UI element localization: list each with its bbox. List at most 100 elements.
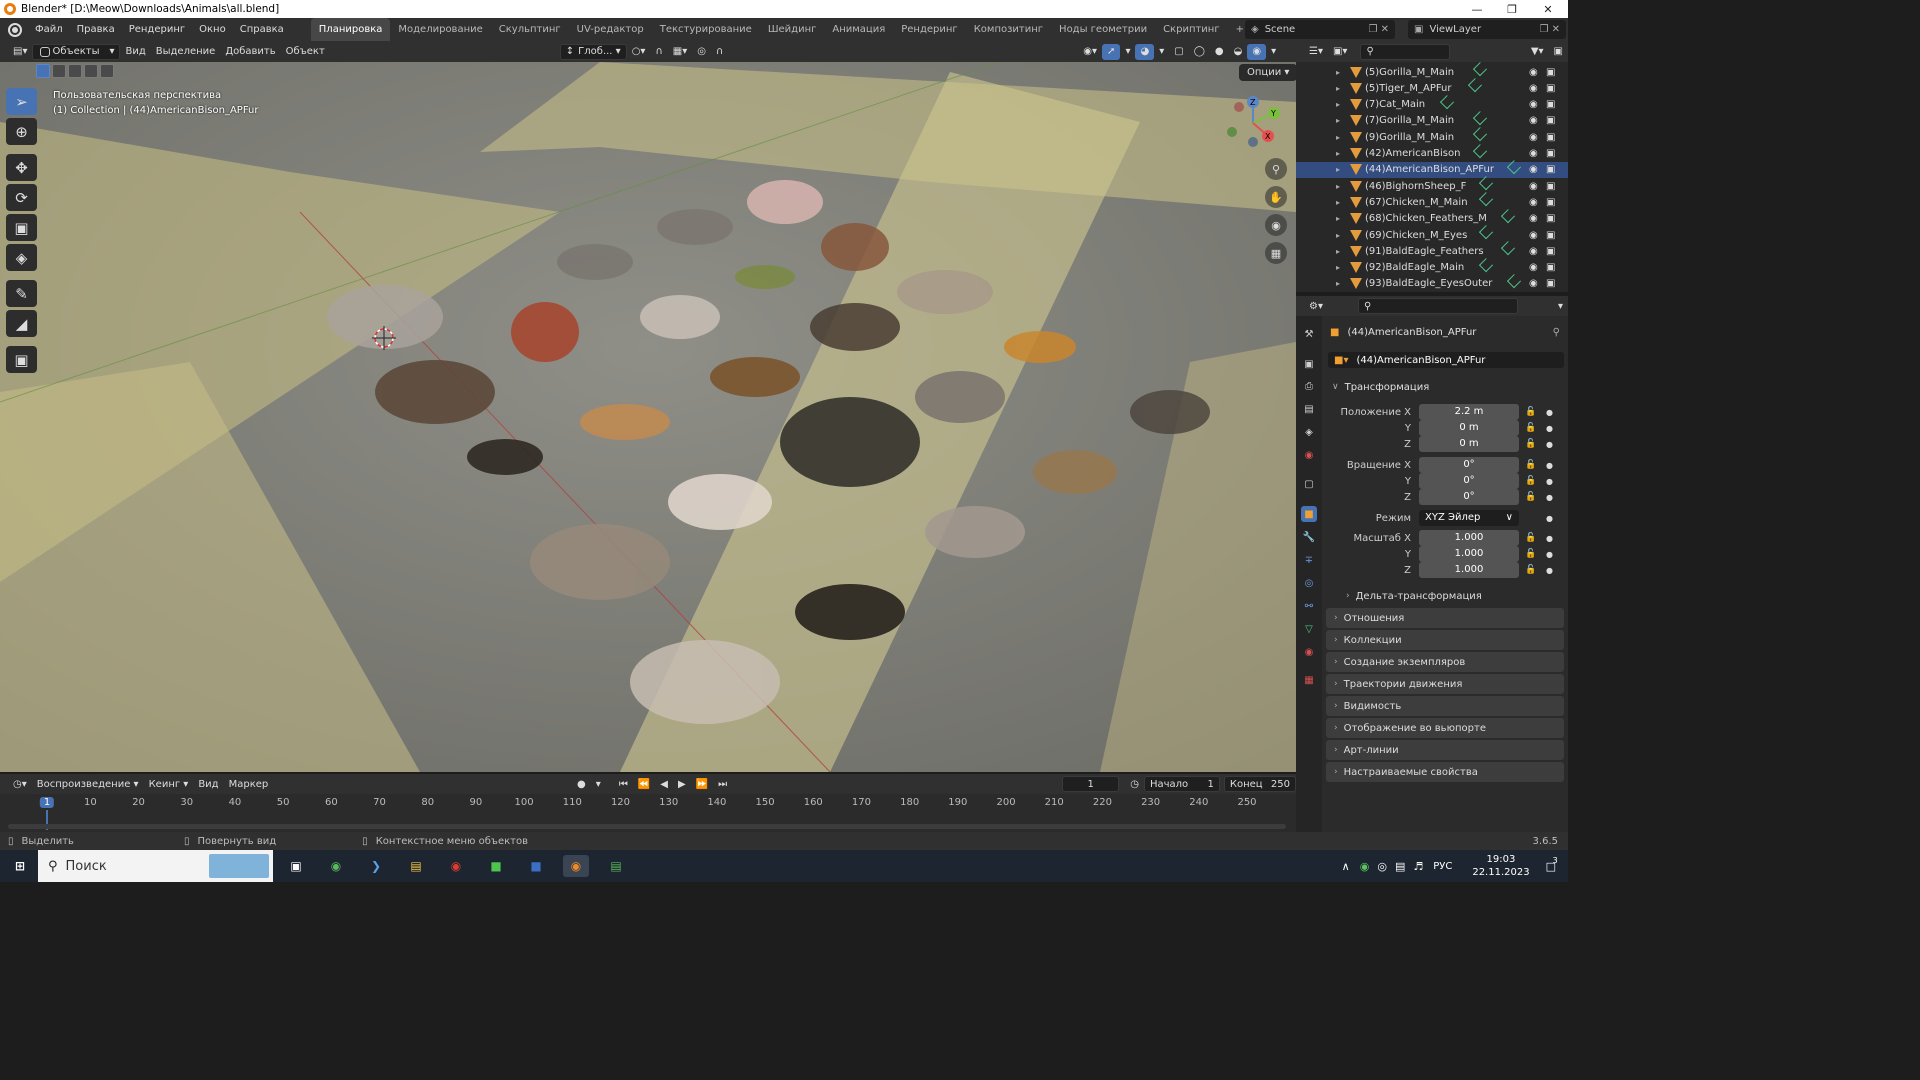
- mesh-data-icon[interactable]: [1473, 127, 1488, 142]
- select-new-icon[interactable]: [36, 64, 50, 78]
- camera-icon[interactable]: ▣: [1546, 99, 1555, 110]
- tray-app-icon[interactable]: ◉: [1360, 860, 1370, 873]
- 3d-viewport[interactable]: Пользовательская перспектива (1) Collect…: [0, 62, 1296, 772]
- lock-icon[interactable]: 🔓: [1525, 549, 1536, 559]
- scale-tool[interactable]: ▣: [6, 214, 37, 241]
- next-keyframe-icon[interactable]: ⏩: [691, 776, 713, 792]
- taskbar-search-box[interactable]: ⚲ Поиск: [38, 850, 273, 882]
- visibility-icon[interactable]: ◉▾: [1078, 44, 1102, 60]
- panel-instancing[interactable]: › Создание экземпляров: [1326, 652, 1564, 672]
- camera-icon[interactable]: ▣: [1546, 132, 1555, 143]
- measure-tool[interactable]: ◢: [6, 310, 37, 337]
- outliner-item[interactable]: ▸ (5)Tiger_M_APFur ◉ ▣: [1296, 78, 1568, 96]
- eye-icon[interactable]: ◉: [1529, 164, 1538, 175]
- outliner-item[interactable]: ▸ (42)AmericanBison ◉ ▣: [1296, 143, 1568, 162]
- expand-arrow-icon[interactable]: ▸: [1336, 182, 1340, 191]
- notification-icon[interactable]: □ 3: [1546, 856, 1558, 873]
- camera-view-icon[interactable]: ◉: [1265, 214, 1287, 236]
- mesh-data-icon[interactable]: [1478, 225, 1493, 240]
- keyframe-dot-icon[interactable]: ●: [1546, 550, 1553, 559]
- object-tab-icon[interactable]: ■: [1301, 506, 1317, 522]
- editor-type-icon[interactable]: ▤▾: [8, 44, 32, 60]
- tab-compositing[interactable]: Композитинг: [966, 18, 1051, 41]
- panel-viewport-display[interactable]: › Отображение во вьюпорте: [1326, 718, 1564, 738]
- mesh-data-icon[interactable]: [1467, 78, 1482, 93]
- current-frame-field[interactable]: 1: [1062, 776, 1120, 792]
- gizmo-dropdown-icon[interactable]: ▾: [1120, 44, 1135, 60]
- grid-perspective-icon[interactable]: ▦: [1265, 242, 1287, 264]
- lock-icon[interactable]: 🔓: [1525, 439, 1536, 449]
- menu-timeline-view[interactable]: Вид: [193, 776, 223, 792]
- tray-chevron-icon[interactable]: ∧: [1342, 860, 1350, 873]
- close-button[interactable]: ✕: [1530, 0, 1566, 18]
- expand-arrow-icon[interactable]: ▸: [1336, 231, 1340, 240]
- prev-keyframe-icon[interactable]: ⏪: [633, 776, 655, 792]
- eye-icon[interactable]: ◉: [1529, 148, 1538, 159]
- object-mode-dropdown[interactable]: Объекты ▾: [32, 43, 121, 60]
- camera-icon[interactable]: ▣: [1546, 83, 1555, 94]
- camera-icon[interactable]: ▣: [1546, 278, 1555, 289]
- keyframe-dot-icon[interactable]: ●: [1546, 566, 1553, 575]
- eye-icon[interactable]: ◉: [1529, 197, 1538, 208]
- expand-arrow-icon[interactable]: ▸: [1336, 263, 1340, 272]
- tool-tab-icon[interactable]: ⚒: [1301, 326, 1317, 342]
- timeline-editor-type-icon[interactable]: ◷▾: [8, 776, 32, 792]
- menu-select[interactable]: Выделение: [151, 44, 221, 60]
- menu-object[interactable]: Объект: [281, 44, 330, 60]
- eye-icon[interactable]: ◉: [1529, 230, 1538, 241]
- tab-layout[interactable]: Планировка: [310, 18, 391, 41]
- word-icon[interactable]: ■: [523, 855, 549, 877]
- outliner-item-name[interactable]: (44)AmericanBison_APFur: [1365, 164, 1494, 175]
- outliner-item-name[interactable]: (5)Tiger_M_APFur: [1365, 83, 1452, 94]
- select-subtract-icon[interactable]: [68, 64, 82, 78]
- output-tab-icon[interactable]: ⎙: [1301, 378, 1317, 394]
- tray-webcam-icon[interactable]: ◎: [1377, 860, 1387, 873]
- eye-icon[interactable]: ◉: [1529, 181, 1538, 192]
- expand-arrow-icon[interactable]: ▸: [1336, 214, 1340, 223]
- panel-visibility[interactable]: › Видимость: [1326, 696, 1564, 716]
- pan-hand-icon[interactable]: ✋: [1265, 186, 1287, 208]
- location-y-field[interactable]: 0 m: [1419, 420, 1519, 436]
- jump-start-icon[interactable]: ⏮: [614, 776, 633, 792]
- camera-icon[interactable]: ▣: [1546, 213, 1555, 224]
- zoom-icon[interactable]: ⚲: [1265, 158, 1287, 180]
- end-frame-field[interactable]: Конец 250: [1223, 776, 1296, 792]
- keyframe-dot-icon[interactable]: ●: [1546, 461, 1553, 470]
- outliner-item[interactable]: ▸ (46)BighornSheep_F ◉ ▣: [1296, 176, 1568, 194]
- keyframe-dot-icon[interactable]: ●: [1546, 493, 1553, 502]
- expand-arrow-icon[interactable]: ▸: [1336, 279, 1340, 288]
- preview-range-icon[interactable]: ◷: [1125, 776, 1144, 792]
- annotate-tool[interactable]: ✎: [6, 280, 37, 307]
- panel-custom-properties[interactable]: › Настраиваемые свойства: [1326, 762, 1564, 782]
- notepad-icon[interactable]: ▤: [603, 855, 629, 877]
- menu-view[interactable]: Вид: [120, 44, 150, 60]
- transform-orientation-dropdown[interactable]: ↕ Глоб... ▾: [559, 43, 627, 60]
- panel-relations[interactable]: › Отношения: [1326, 608, 1564, 628]
- expand-arrow-icon[interactable]: ▸: [1336, 68, 1340, 77]
- lock-icon[interactable]: 🔓: [1525, 460, 1536, 470]
- camera-icon[interactable]: ▣: [1546, 67, 1555, 78]
- timeline-ruler[interactable]: 1 10 20 30 40 50 60 70 80 90 100 110 120 130 140 150 160…: [0, 794, 1296, 832]
- location-x-field[interactable]: 2.2 m: [1419, 404, 1519, 420]
- lock-icon[interactable]: 🔓: [1525, 407, 1536, 417]
- texture-tab-icon[interactable]: ▦: [1301, 672, 1317, 688]
- view-layer-name[interactable]: ViewLayer: [1429, 24, 1481, 35]
- eye-icon[interactable]: ◉: [1529, 115, 1538, 126]
- keyframe-dot-icon[interactable]: ●: [1546, 534, 1553, 543]
- menu-window[interactable]: Окно: [192, 24, 233, 35]
- transform-tool[interactable]: ◈: [6, 244, 37, 271]
- pin-icon[interactable]: ❐ ✕: [1368, 24, 1389, 35]
- mesh-data-icon[interactable]: [1473, 110, 1488, 126]
- keyframe-dot-icon[interactable]: ●: [1546, 408, 1553, 417]
- outliner-item[interactable]: ▸ (7)Cat_Main ◉ ▣: [1296, 94, 1568, 113]
- camera-icon[interactable]: ▣: [1546, 181, 1555, 192]
- constraints-tab-icon[interactable]: ⚯: [1301, 598, 1317, 614]
- shading-wireframe-icon[interactable]: ◯: [1189, 44, 1210, 60]
- menu-marker[interactable]: Маркер: [224, 776, 274, 792]
- outliner-editor-type-icon[interactable]: ☰▾: [1304, 44, 1328, 60]
- eye-icon[interactable]: ◉: [1529, 67, 1538, 78]
- camera-icon[interactable]: ▣: [1546, 246, 1555, 257]
- play-icon[interactable]: ▶: [673, 776, 691, 792]
- mesh-data-icon[interactable]: [1478, 176, 1493, 191]
- timeline-scrollbar[interactable]: [8, 824, 1286, 829]
